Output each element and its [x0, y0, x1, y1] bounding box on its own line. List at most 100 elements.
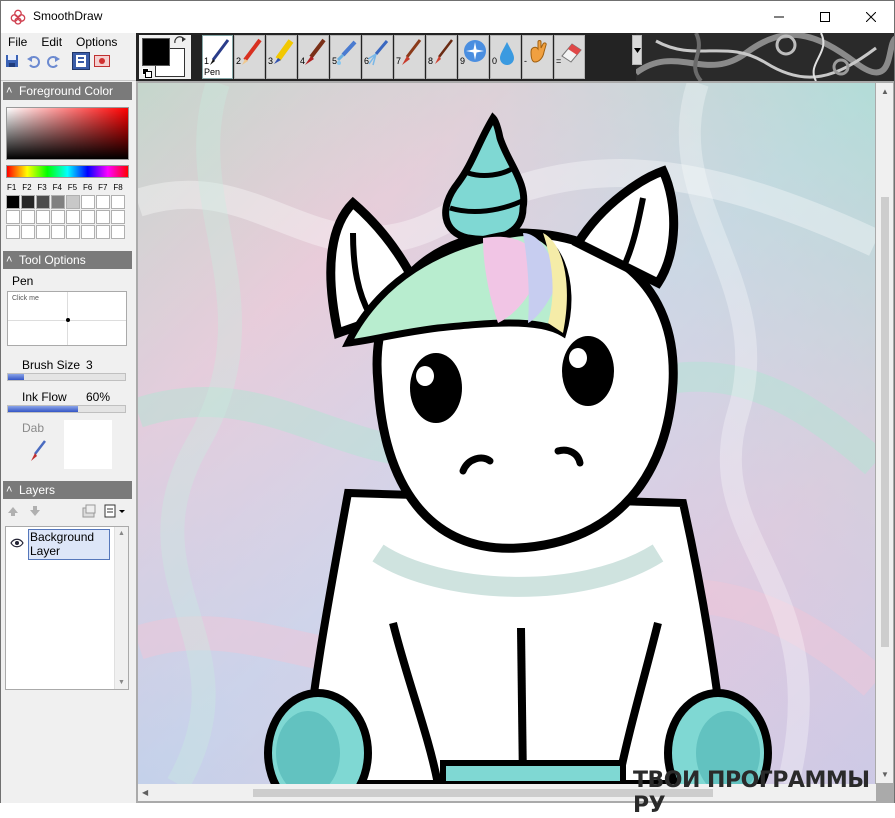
- chevron-down-icon: [633, 47, 641, 53]
- menu-options[interactable]: Options: [69, 34, 124, 51]
- close-button[interactable]: [848, 1, 894, 33]
- brush-slot-1[interactable]: 1 Pen: [202, 35, 233, 79]
- save-button[interactable]: [3, 52, 21, 70]
- swap-colors-icon[interactable]: [173, 36, 187, 46]
- color-selector[interactable]: [139, 35, 191, 79]
- decorative-swirl-image: [636, 33, 894, 81]
- brush-slot-7[interactable]: 7: [394, 35, 425, 79]
- drawing-canvas[interactable]: [138, 83, 875, 784]
- redo-icon: [47, 56, 60, 68]
- color-swatch[interactable]: [6, 225, 20, 239]
- color-swatch[interactable]: [21, 225, 35, 239]
- dab-brush-icon[interactable]: [28, 439, 48, 463]
- scroll-down-arrow-icon[interactable]: ▼: [118, 679, 125, 686]
- hue-slider[interactable]: [6, 165, 129, 178]
- move-layer-down-icon[interactable]: [29, 506, 41, 516]
- scroll-up-arrow-icon[interactable]: ▲: [881, 87, 889, 96]
- brush-slot-10[interactable]: 0: [490, 35, 521, 79]
- scroll-left-arrow-icon[interactable]: ◀: [142, 788, 148, 797]
- brush-slot-6[interactable]: 6: [362, 35, 393, 79]
- scroll-up-arrow-icon[interactable]: ▲: [118, 530, 125, 537]
- color-swatch[interactable]: [66, 225, 80, 239]
- canvas-artwork-image: [138, 83, 875, 784]
- color-swatch[interactable]: [36, 225, 50, 239]
- brush-slot-12[interactable]: =: [554, 35, 585, 79]
- more-brushes-button[interactable]: [632, 35, 642, 65]
- reset-colors-icon[interactable]: [142, 68, 152, 78]
- color-swatch[interactable]: [96, 210, 110, 224]
- move-layer-up-icon[interactable]: [7, 506, 19, 516]
- brush-slot-5[interactable]: 5: [330, 35, 361, 79]
- color-swatch[interactable]: [111, 210, 125, 224]
- canvas-area: ▲ ▼ ◀: [136, 81, 894, 803]
- maximize-button[interactable]: [802, 1, 848, 33]
- color-swatch[interactable]: [96, 225, 110, 239]
- close-icon: [866, 12, 876, 22]
- color-swatch[interactable]: [81, 225, 95, 239]
- current-tool-name: Pen: [12, 274, 34, 288]
- vertical-scroll-thumb[interactable]: [881, 197, 889, 647]
- color-swatch[interactable]: [81, 195, 95, 209]
- color-swatch[interactable]: [66, 210, 80, 224]
- color-swatch[interactable]: [6, 195, 20, 209]
- fkey-label: F7: [98, 183, 108, 192]
- brush-preview-pad[interactable]: Click me: [7, 291, 127, 346]
- brush-slot-2[interactable]: 2: [234, 35, 265, 79]
- preview-dot: [66, 318, 70, 322]
- ink-flow-slider[interactable]: [7, 405, 126, 413]
- menu-edit[interactable]: Edit: [34, 34, 69, 51]
- vertical-scrollbar[interactable]: ▲ ▼: [876, 83, 893, 783]
- foreground-color-swatch[interactable]: [142, 38, 170, 66]
- color-swatch[interactable]: [51, 225, 65, 239]
- fkey-label: F3: [37, 183, 47, 192]
- brush-slot-4[interactable]: 4: [298, 35, 329, 79]
- collapse-chevron-icon: ˄: [6, 85, 13, 97]
- color-swatch[interactable]: [111, 195, 125, 209]
- layers-header[interactable]: ˄ Layers: [3, 481, 132, 499]
- fkey-label: F5: [67, 183, 78, 192]
- ink-flow-value: 60%: [86, 390, 111, 404]
- color-swatch[interactable]: [36, 210, 50, 224]
- brush-slot-11[interactable]: -: [522, 35, 553, 79]
- title-bar: SmoothDraw: [1, 1, 894, 33]
- tool-options-header[interactable]: ˄ Tool Options: [3, 251, 132, 269]
- layer-visibility-eye-icon[interactable]: [10, 538, 24, 548]
- color-swatch[interactable]: [51, 195, 65, 209]
- foreground-color-header[interactable]: ˄ Foreground Color: [3, 82, 132, 100]
- ink-flow-label: Ink Flow: [22, 390, 67, 404]
- color-swatch[interactable]: [111, 225, 125, 239]
- color-swatch[interactable]: [21, 210, 35, 224]
- record-button[interactable]: [93, 52, 111, 70]
- layer-properties-icon[interactable]: [81, 504, 97, 518]
- brush-slot-3[interactable]: 3: [266, 35, 297, 79]
- layer-menu-icon[interactable]: [104, 504, 128, 518]
- maximize-icon: [820, 12, 830, 22]
- brush-size-value: 3: [86, 358, 93, 372]
- color-swatch[interactable]: [66, 195, 80, 209]
- menu-file[interactable]: File: [1, 34, 34, 51]
- color-swatch[interactable]: [96, 195, 110, 209]
- brush-size-fill: [8, 374, 25, 380]
- color-swatch[interactable]: [21, 195, 35, 209]
- color-swatch[interactable]: [6, 210, 20, 224]
- undo-button[interactable]: [24, 52, 42, 70]
- brush-panel-toggle[interactable]: [72, 52, 90, 70]
- brush-number: -: [524, 56, 527, 66]
- layer-list-scrollbar[interactable]: ▲ ▼: [114, 527, 128, 689]
- color-picker-area[interactable]: [6, 107, 129, 160]
- brush-slot-8[interactable]: 8: [426, 35, 457, 79]
- brush-size-slider[interactable]: [7, 373, 126, 381]
- dab-preview[interactable]: [64, 420, 112, 469]
- color-swatch[interactable]: [81, 210, 95, 224]
- brush-name: Pen: [204, 67, 221, 77]
- color-swatch[interactable]: [51, 210, 65, 224]
- layer-item[interactable]: Background Layer: [28, 529, 110, 560]
- layer-list: Background Layer ▲ ▼: [5, 526, 129, 690]
- redo-button[interactable]: [45, 52, 63, 70]
- brush-slot-9[interactable]: 9: [458, 35, 489, 79]
- brush-number: 0: [492, 56, 498, 66]
- fkey-label: F1: [7, 183, 17, 192]
- color-swatch[interactable]: [36, 195, 50, 209]
- window-title: SmoothDraw: [33, 9, 103, 23]
- minimize-button[interactable]: [756, 1, 802, 33]
